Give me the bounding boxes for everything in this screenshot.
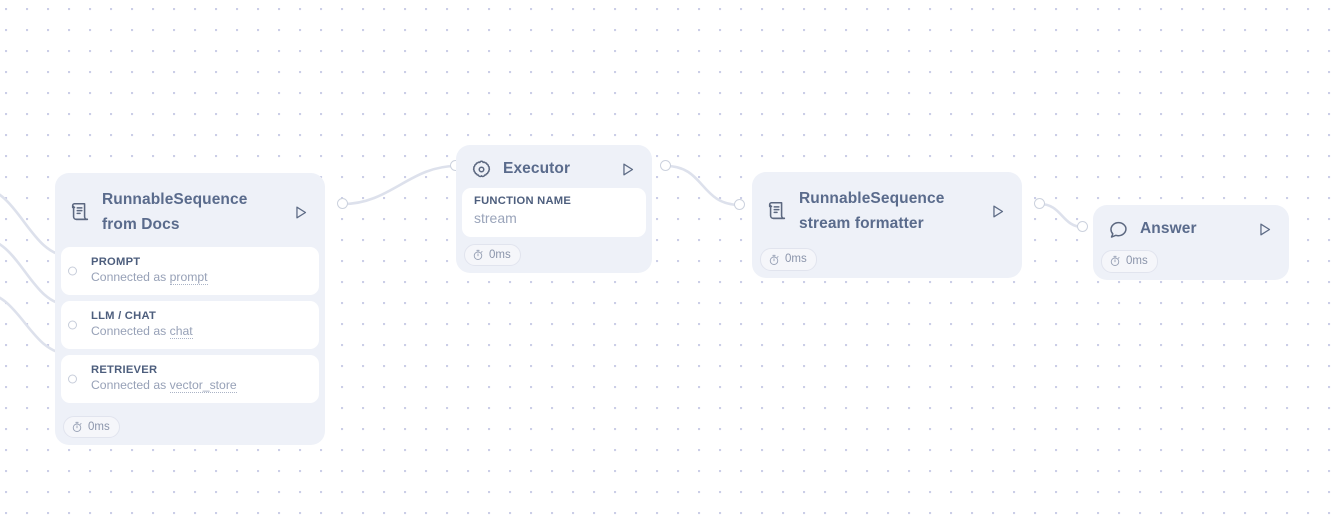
run-button[interactable] [289, 201, 311, 223]
timing-value: 0ms [1126, 255, 1148, 267]
node-header: RunnableSequence stream formatter [752, 172, 1022, 246]
timing-value: 0ms [785, 253, 807, 266]
node-header: RunnableSequence from Docs [55, 173, 325, 247]
run-button[interactable] [1253, 218, 1275, 240]
port-out-runnable-sequence-from-docs[interactable] [337, 198, 348, 209]
timing-value: 0ms [88, 420, 110, 433]
handle-row-title: LLM / CHAT [91, 310, 157, 323]
timing-badge: 0ms [760, 248, 817, 271]
node-runnable-sequence-stream-formatter[interactable]: RunnableSequence stream formatter 0ms [752, 172, 1022, 278]
handle-row-llm-chat[interactable]: LLM / CHAT Connected as chat [61, 301, 319, 349]
scroll-icon [766, 200, 788, 222]
handle-row-subtitle: Connected as prompt [91, 270, 307, 286]
timing-badge-wrap: 0ms [456, 237, 652, 274]
timing-badge: 0ms [1101, 250, 1158, 273]
flow-canvas[interactable]: RunnableSequence from Docs PROMPT Connec… [0, 0, 1336, 521]
node-title: RunnableSequence from Docs [102, 191, 248, 234]
handle-row-retriever[interactable]: RETRIEVER Connected as vector_store [61, 354, 319, 403]
handle-row-sub-prefix: Connected as [91, 270, 170, 285]
handle-row-sub-value: chat [169, 324, 193, 340]
function-name-value: stream [474, 210, 517, 226]
timing-badge: 0ms [464, 243, 521, 267]
run-button[interactable] [616, 158, 638, 180]
scroll-icon [69, 201, 91, 223]
node-title: Executor [503, 159, 571, 177]
handle-llm-chat[interactable] [68, 320, 77, 330]
port-in-stream-formatter[interactable] [734, 199, 745, 210]
node-runnable-sequence-from-docs[interactable]: RunnableSequence from Docs PROMPT Connec… [55, 173, 325, 446]
node-header: Answer [1093, 205, 1289, 248]
handle-row-sub-prefix: Connected as [91, 377, 170, 392]
port-out-executor[interactable] [660, 160, 671, 171]
gear-icon [470, 158, 492, 180]
function-name-field[interactable]: FUNCTION NAME stream [462, 188, 646, 237]
port-out-stream-formatter[interactable] [1034, 198, 1045, 209]
timing-badge-wrap: 0ms [752, 246, 1022, 278]
timing-badge-wrap: 0ms [55, 409, 325, 446]
run-button[interactable] [986, 200, 1008, 222]
handle-row-sub-value: prompt [169, 270, 208, 286]
handle-row-subtitle: Connected as vector_store [91, 377, 307, 394]
handle-row-sub-value: vector_store [169, 377, 237, 393]
timing-badge: 0ms [63, 415, 120, 439]
handle-row-list: PROMPT Connected as prompt LLM / CHAT Co… [55, 247, 325, 403]
edge-seq-to-executor [341, 164, 458, 206]
handle-row-sub-prefix: Connected as [91, 324, 170, 339]
node-answer[interactable]: Answer 0ms [1093, 205, 1289, 280]
handle-retriever[interactable] [68, 374, 77, 384]
handle-row-title: RETRIEVER [91, 363, 158, 376]
timing-badge-wrap: 0ms [1093, 248, 1289, 280]
handle-row-subtitle: Connected as chat [91, 324, 307, 340]
node-title: RunnableSequence stream formatter [799, 190, 945, 233]
timing-value: 0ms [489, 248, 511, 261]
function-name-label: FUNCTION NAME [474, 195, 572, 207]
chat-bubble-icon [1107, 218, 1129, 240]
handle-prompt[interactable] [68, 266, 77, 276]
port-in-answer[interactable] [1077, 221, 1088, 232]
node-title: Answer [1140, 219, 1197, 237]
handle-row-title: PROMPT [91, 256, 141, 269]
handle-row-prompt[interactable]: PROMPT Connected as prompt [61, 247, 319, 296]
edge-executor-to-formatter [664, 164, 742, 207]
node-executor[interactable]: Executor FUNCTION NAME stream 0ms [456, 145, 652, 274]
node-header: Executor [456, 145, 652, 188]
